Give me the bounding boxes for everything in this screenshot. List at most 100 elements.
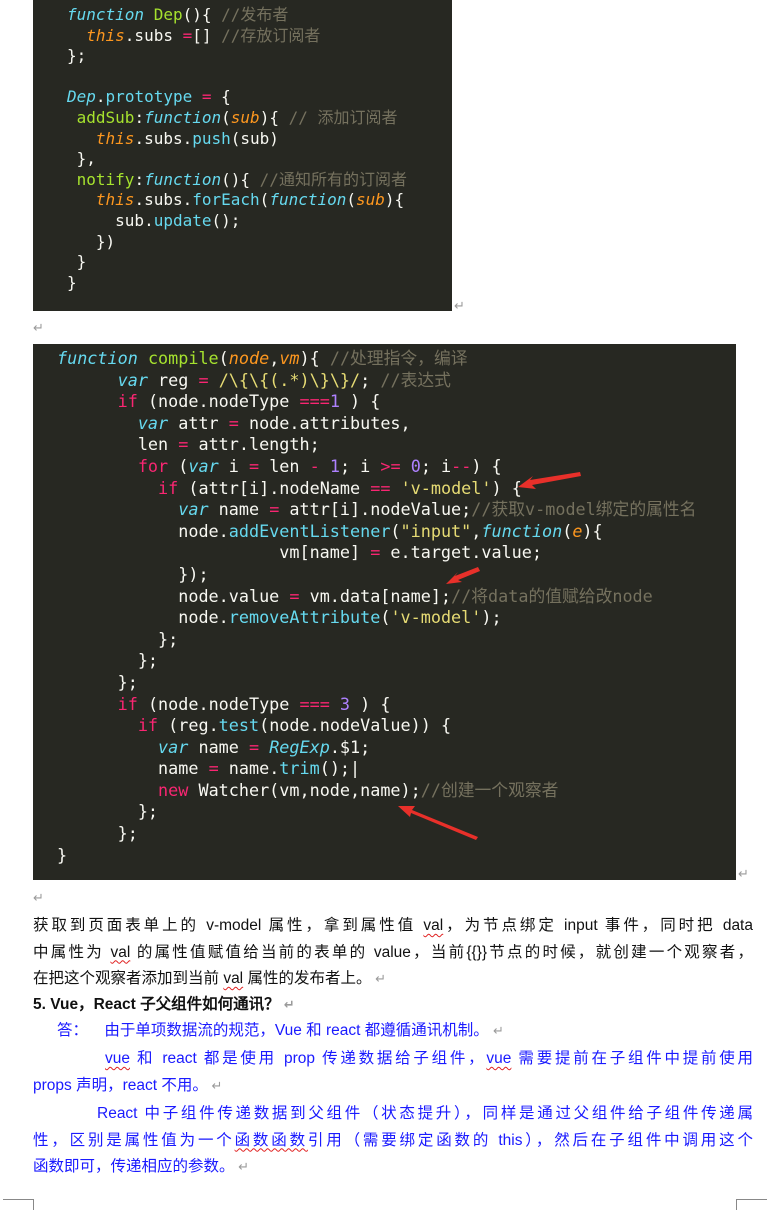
- code-token: ,: [269, 348, 280, 368]
- code-token: var: [188, 455, 219, 476]
- heading-text: 5. Vue，React 子父组件如何通讯？: [33, 996, 280, 1013]
- code-line: this.subs.push(sub): [33, 129, 452, 150]
- code-token: new: [158, 779, 189, 800]
- code-token: attr.length;: [188, 434, 320, 455]
- code-screenshot-dep: function Dep(){ //发布者 this.subs =[] //存放…: [33, 0, 452, 311]
- code-token: vm.data[name];: [299, 585, 452, 606]
- code-token: function: [481, 520, 563, 541]
- code-token: --: [451, 455, 472, 476]
- code-token: name: [188, 736, 249, 757]
- code-token: };: [57, 671, 138, 692]
- code-token: }: [57, 844, 68, 865]
- code-token: attr: [168, 412, 229, 433]
- return-mark: ↵: [33, 890, 44, 905]
- code-token: 'v-model': [400, 477, 492, 498]
- code-token: this: [86, 25, 125, 45]
- return-mark: ↵: [207, 1077, 223, 1093]
- code-token: removeAttribute: [228, 607, 381, 628]
- code-token: .: [95, 87, 106, 107]
- code-token: ;: [360, 369, 381, 390]
- code-token: trim: [279, 758, 320, 779]
- code-token: this: [95, 128, 135, 148]
- code-token: {: [211, 87, 231, 107]
- code-token: name.: [218, 758, 280, 779]
- code-token: (){: [221, 169, 260, 189]
- text-run: 的属性值赋值给当前的表单的 value，当前{{}}节点的时候，就创建一个观察者…: [130, 943, 753, 961]
- code-token: =: [208, 758, 219, 779]
- code-token: =: [370, 542, 381, 563]
- code-token: node.: [57, 520, 229, 541]
- text-line: props 声明，react 不用。 ↵: [33, 1073, 753, 1100]
- text-line: React 中子组件传递数据到父组件（状态提升），同样是通过父组件给子组件传递属: [33, 1101, 753, 1128]
- code-token: addEventListener: [228, 520, 391, 541]
- text-run: React 中子组件传递数据到父组件（状态提升），同样是通过父组件给子组件传递属: [97, 1105, 753, 1122]
- code-token: node.: [57, 607, 229, 628]
- code-token: reg: [147, 369, 199, 390]
- code-token: ){: [299, 348, 330, 368]
- code-token: name: [57, 758, 209, 779]
- code-line: };: [33, 672, 736, 694]
- text-line: 性，区别是属性值为一个函数函数引用（需要绑定函数的 this），然后在子组件中调…: [33, 1128, 753, 1155]
- code-token: if: [137, 715, 159, 736]
- text-run: 引用（需要绑定函数的 this），然后在子组件中调用这个: [307, 1131, 753, 1149]
- code-line: var reg = /\{\{(.*)\}\}/; //表达式: [33, 370, 736, 392]
- code-token: >=: [380, 455, 401, 476]
- code-token: vm[name]: [57, 542, 371, 563]
- code-token: var: [117, 369, 148, 390]
- code-token: (node.nodeValue)) {: [259, 715, 452, 736]
- code-token: };: [57, 801, 159, 822]
- code-line: },: [33, 149, 452, 170]
- code-token: (: [562, 520, 573, 541]
- code-line: node.value = vm.data[name];//将data的值赋给改n…: [33, 586, 736, 608]
- code-token: function: [144, 107, 222, 127]
- return-mark: ↵: [493, 1023, 504, 1038]
- code-token: ) {: [339, 391, 381, 412]
- code-line: }): [33, 232, 452, 253]
- code-line: len = attr.length;: [33, 434, 736, 456]
- answer-paragraph-props: vue 和 react 都是使用 prop 传递数据给子组件，vue 需要提前在…: [33, 1046, 753, 1099]
- code-token: (: [168, 455, 189, 476]
- code-line: function Dep(){ //发布者: [33, 5, 452, 26]
- code-token: ; i: [420, 455, 452, 476]
- code-line: node.removeAttribute('v-model');: [33, 607, 736, 629]
- code-line: vm[name] = e.target.value;: [33, 542, 736, 564]
- code-token: sub: [230, 107, 260, 127]
- return-mark: ↵: [234, 1159, 250, 1174]
- code-token: =: [201, 87, 212, 107]
- code-token: e.target.value;: [380, 542, 542, 563]
- code-token: .subs: [124, 25, 183, 45]
- code-line: };: [33, 801, 736, 823]
- explanation-paragraph: 获取到页面表单上的 v-model 属性，拿到属性值 val，为节点绑定 inp…: [33, 913, 753, 993]
- code-token: //处理指令，编译: [329, 348, 468, 368]
- code-token: (node.nodeType: [137, 693, 300, 714]
- code-token: (){: [182, 5, 222, 24]
- code-line: if (node.nodeType ===1 ) {: [33, 391, 736, 413]
- code-token: //表达式: [380, 369, 451, 390]
- code-token: len: [57, 434, 179, 455]
- code-line: };: [33, 650, 736, 672]
- text-run: props 声明，react 不用。: [33, 1076, 208, 1094]
- text-run: 在把这个观察者添加到当前: [33, 970, 224, 987]
- code-line: var attr = node.attributes,: [33, 413, 736, 435]
- code-token: };: [57, 628, 179, 649]
- code-token: };: [57, 823, 138, 844]
- code-token: :: [134, 169, 145, 189]
- code-token: 3: [339, 693, 351, 714]
- code-token: -: [309, 455, 320, 476]
- code-token: };: [57, 650, 159, 671]
- code-line: if (attr[i].nodeName == 'v-model') {: [33, 478, 736, 500]
- text-run: 和 react 都是使用 prop 传递数据给子组件，: [130, 1050, 487, 1067]
- code-token: function: [144, 169, 222, 189]
- text-run: 函数即可，传递相应的参数。: [33, 1158, 235, 1175]
